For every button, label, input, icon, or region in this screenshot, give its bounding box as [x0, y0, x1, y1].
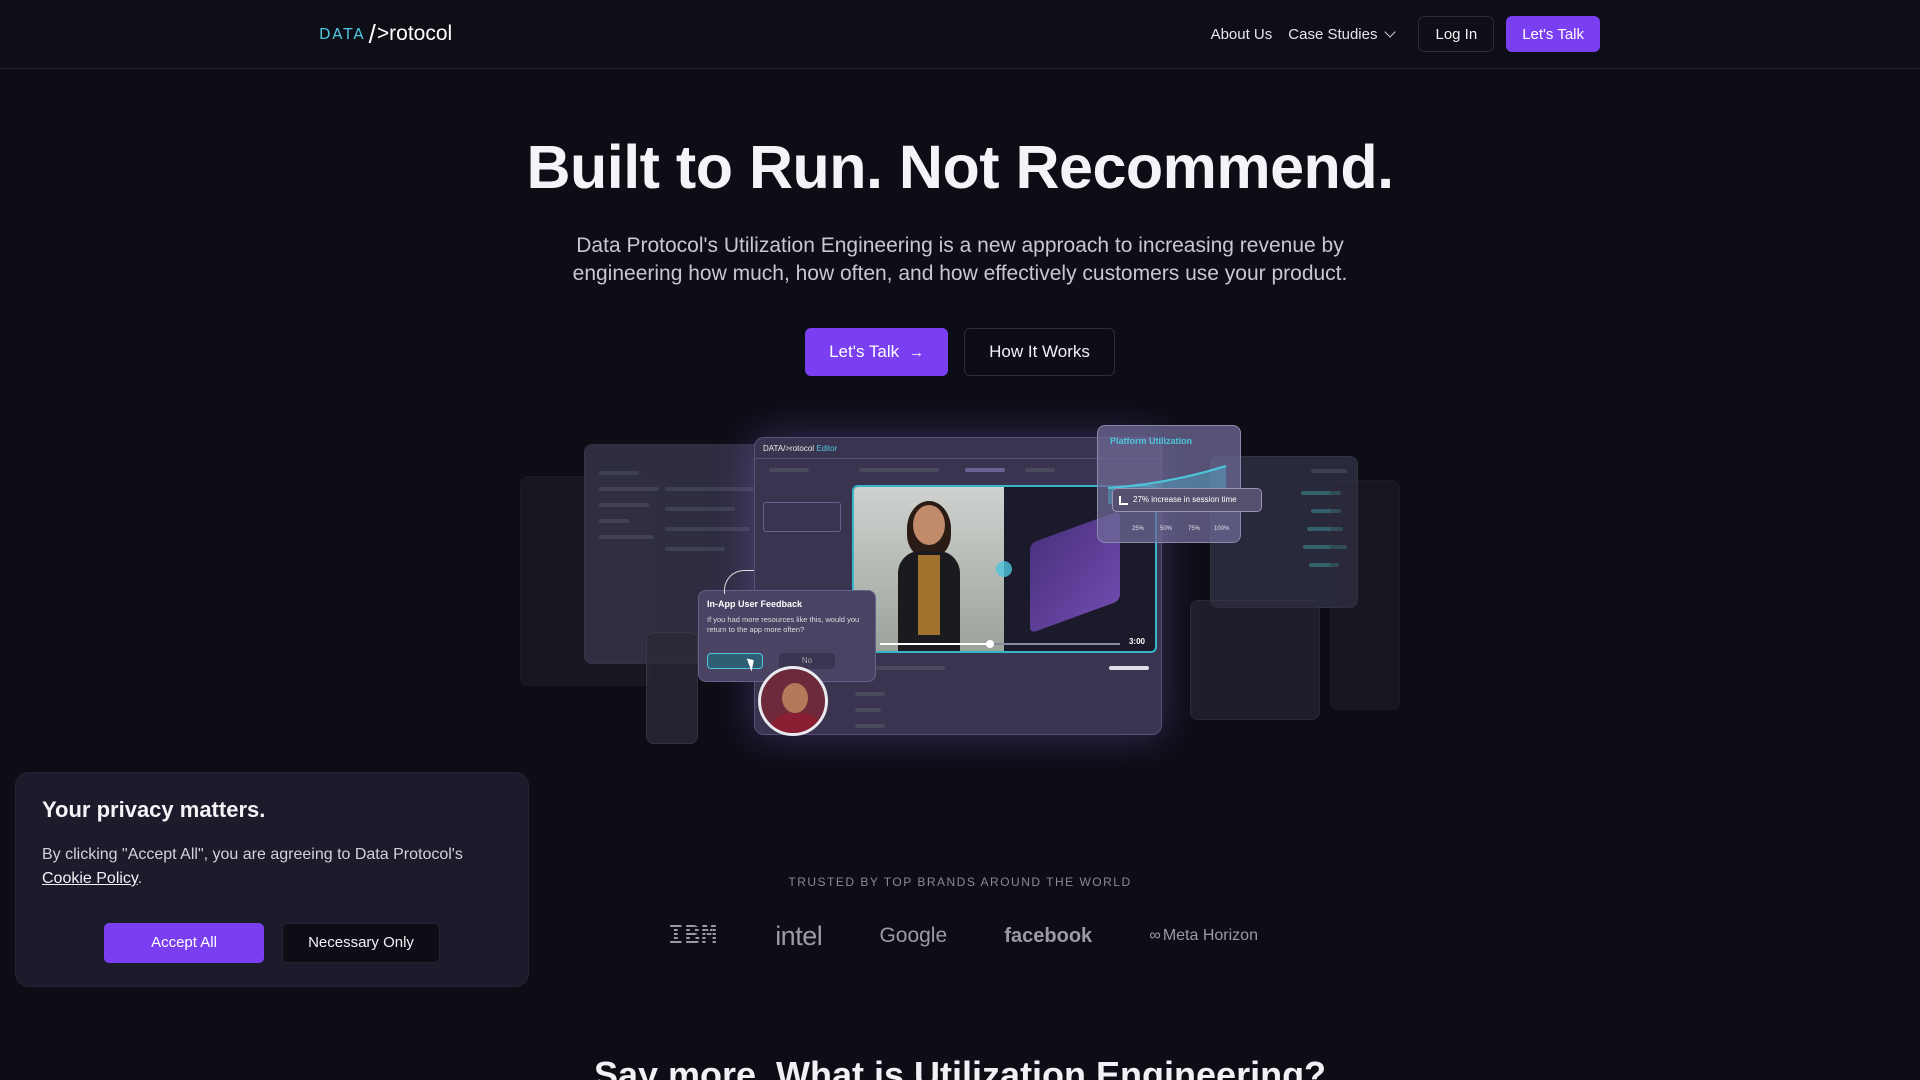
util-axis-25: 25%	[1132, 526, 1145, 532]
editor-label: Editor	[816, 444, 838, 453]
logo-slash: /	[368, 18, 376, 49]
intel-logo: intel	[775, 920, 823, 951]
editor-header: DATA/>rotocol Editor	[763, 444, 837, 453]
video-progress-thumb[interactable]	[986, 640, 994, 648]
hero-subtitle: Data Protocol's Utilization Engineering …	[572, 234, 1348, 285]
login-button[interactable]: Log In	[1418, 16, 1495, 52]
video-time: 3:00	[1128, 637, 1145, 646]
util-axis-100: 100%	[1214, 526, 1230, 532]
util-chip-text: 27% increase in session time	[1133, 495, 1237, 504]
nav-about-us[interactable]: About Us	[1211, 26, 1273, 43]
bg-pane-right-bottom	[1190, 600, 1320, 720]
google-logo: Google	[879, 924, 948, 947]
facebook-logo: facebook	[1004, 924, 1093, 947]
lets-talk-button[interactable]: Let's Talk →	[805, 328, 949, 376]
top-nav: DATA / >rotocol About Us Case Studies Lo…	[0, 0, 1920, 69]
brand-logos: IBM intel Google facebook ∞ Meta Horizon	[668, 918, 1258, 954]
nav-lets-talk-button[interactable]: Let's Talk	[1506, 16, 1600, 52]
ibm-logo: IBM	[668, 921, 718, 951]
editor-logo: DATA/>rotocol	[763, 444, 815, 453]
cookie-period: .	[137, 870, 143, 887]
cookie-title: Your privacy matters.	[42, 797, 266, 822]
meta-horizon-logo: ∞ Meta Horizon	[1149, 927, 1258, 945]
logo[interactable]: DATA / >rotocol	[319, 18, 452, 50]
meta-horizon-label: Meta Horizon	[1162, 927, 1258, 944]
cookie-text: By clicking "Accept All", you are agreei…	[42, 846, 463, 863]
meta-infinity-icon: ∞	[1149, 927, 1161, 944]
chevron-down-icon	[1384, 25, 1397, 38]
nav-links: About Us Case Studies Log In Let's Talk	[1211, 16, 1600, 52]
bg-pane-far-right	[1330, 480, 1400, 710]
util-axis-75: 75%	[1188, 526, 1201, 532]
hero-title: Built to Run. Not Recommend.	[526, 133, 1394, 201]
video-presenter	[898, 501, 960, 651]
cookie-policy-link[interactable]: Cookie Policy	[42, 870, 138, 887]
avatar	[758, 666, 828, 736]
play-icon	[996, 561, 1012, 577]
arrow-right-icon: →	[909, 343, 925, 361]
feedback-question: If you had more resources like this, wou…	[707, 615, 860, 634]
necessary-only-button[interactable]: Necessary Only	[282, 923, 440, 963]
cookie-banner: Your privacy matters. By clicking "Accep…	[15, 772, 529, 987]
accept-all-button[interactable]: Accept All	[104, 923, 264, 963]
platform-utilization-card: Platform Utilization 27% increase in ses…	[1097, 425, 1262, 543]
nav-case-studies-label: Case Studies	[1288, 25, 1378, 43]
util-chip: 27% increase in session time	[1112, 488, 1262, 512]
logo-data: DATA	[319, 25, 366, 43]
next-section-title: Say more. What is Utilization Engineerin…	[593, 1054, 1327, 1080]
how-it-works-button[interactable]: How It Works	[964, 328, 1115, 376]
util-axis-50: 50%	[1160, 526, 1173, 532]
product-collage: DATA/>rotocol Editor 3:00 In-App User Fe…	[510, 420, 1410, 750]
logo-rest: >rotocol	[376, 22, 453, 45]
feedback-title: In-App User Feedback	[707, 599, 803, 609]
lets-talk-label: Let's Talk	[829, 342, 900, 361]
video-progress-fill	[880, 643, 990, 645]
bg-pane-bottom-left	[646, 632, 698, 744]
hero-cta-row: Let's Talk → How It Works	[0, 328, 1920, 376]
bar-chart-icon	[1119, 496, 1128, 505]
cookie-text-block: By clicking "Accept All", you are agreei…	[42, 843, 512, 891]
nav-case-studies[interactable]: Case Studies	[1288, 25, 1397, 43]
